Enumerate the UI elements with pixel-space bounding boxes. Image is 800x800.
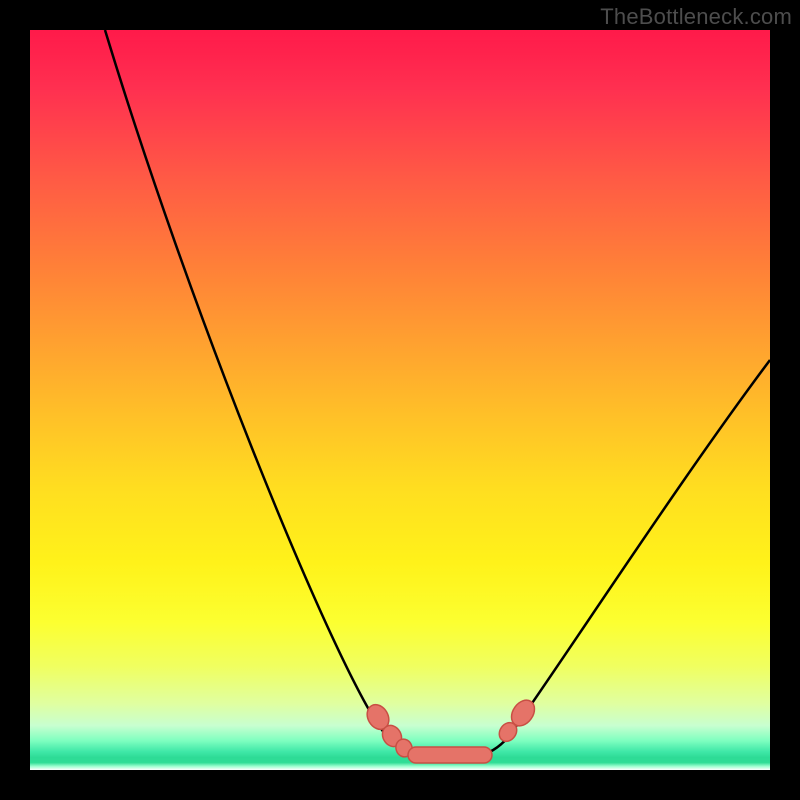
- watermark-text: TheBottleneck.com: [600, 4, 792, 30]
- chart-background: [30, 30, 770, 770]
